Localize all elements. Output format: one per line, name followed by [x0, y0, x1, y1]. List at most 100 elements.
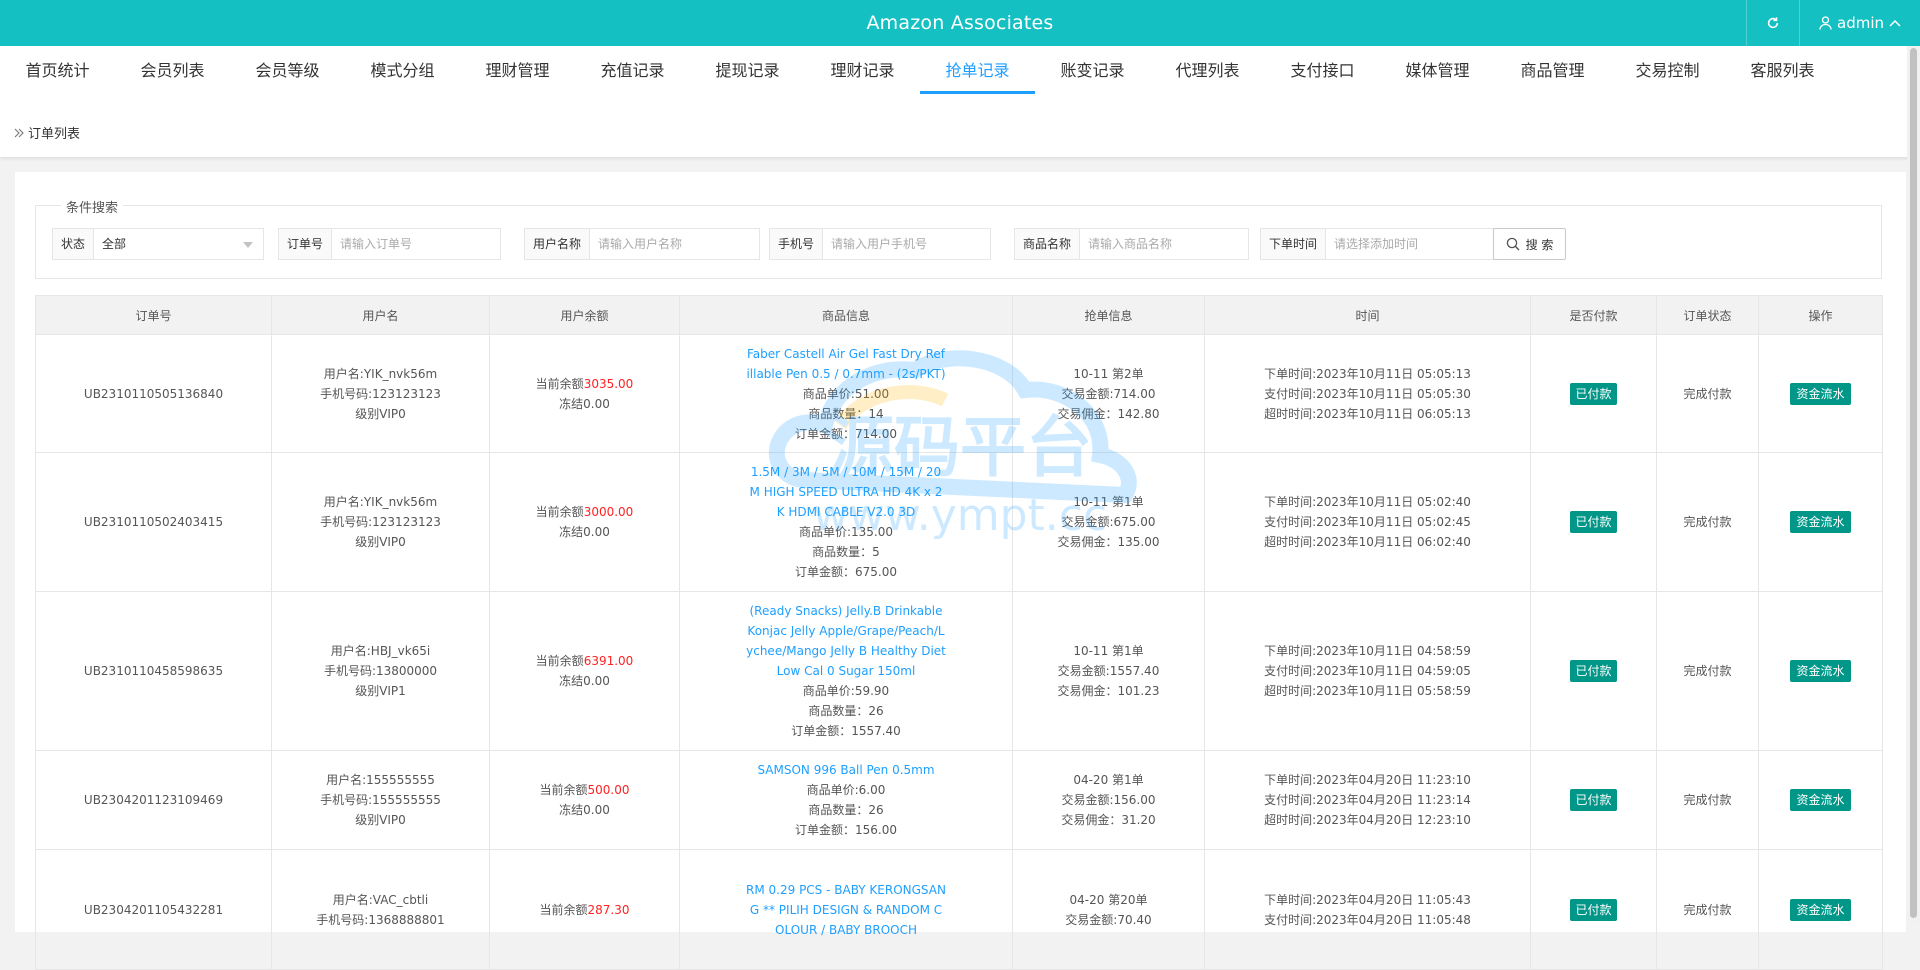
search-form: 条件搜索 状态 全部 订单号 用户名称 手机号 商品名称 下单时间 — [35, 197, 1882, 279]
time-cell: 下单时间:2023年10月11日 05:05:13 支付时间:2023年10月11… — [1204, 334, 1531, 453]
user-cell: 用户名:YIK_nvk56m 手机号码:123123123 级别VIP0 — [271, 452, 490, 592]
phone-input[interactable] — [823, 229, 990, 259]
order-no-cell: UB2304201123109469 — [35, 750, 272, 850]
goods-info-line: 商品数量：26 — [808, 803, 884, 817]
fund-flow-button[interactable]: 资金流水 — [1790, 660, 1851, 682]
balance-prefix: 当前余额 — [535, 505, 584, 519]
fund-flow-button[interactable]: 资金流水 — [1790, 789, 1851, 811]
frozen-amount: 冻结0.00 — [559, 396, 610, 411]
status-filter[interactable]: 状态 全部 — [52, 228, 264, 260]
order-no: UB2310110502403415 — [83, 515, 224, 529]
order-time-input[interactable] — [1326, 229, 1494, 259]
fund-flow-button[interactable]: 资金流水 — [1790, 382, 1851, 405]
grab-info-cell: 10-11 第1单 交易金额:675.00 交易佣金：135.00 — [1012, 452, 1205, 592]
goods-name-link[interactable]: 1.5M / 3M / 5M / 10M / 15M / 20M HIGH SP… — [746, 462, 946, 522]
status-select[interactable]: 全部 — [94, 229, 263, 259]
nav-tab[interactable]: 会员等级 — [230, 46, 345, 95]
balance-line: 当前余额3035.00 — [490, 374, 679, 394]
fund-flow-button[interactable]: 资金流水 — [1790, 511, 1851, 533]
nav-tab[interactable]: 账变记录 — [1035, 46, 1150, 95]
goods-info-line: 商品数量：26 — [808, 704, 884, 718]
user-cell: 用户名:155555555 手机号码:155555555 级别VIP0 — [271, 750, 490, 850]
goods-info-line: 商品单价:135.00 — [798, 525, 894, 539]
search-button[interactable]: 搜 索 — [1493, 228, 1566, 260]
nav-tab[interactable]: 代理列表 — [1150, 46, 1265, 95]
status-cell: 完成付款 — [1656, 750, 1759, 850]
nav-tab[interactable]: 交易控制 — [1610, 46, 1725, 95]
table-body: UB2310110505136840 用户名:YIK_nvk56m 手机号码:123… — [35, 334, 1883, 970]
nav-tab[interactable]: 充值记录 — [575, 46, 690, 95]
grab-info-cell: 04-20 第1单 交易金额:156.00 交易佣金：31.20 — [1012, 750, 1205, 850]
nav-tab[interactable]: 媒体管理 — [1380, 46, 1495, 95]
user-info-line: 级别VIP1 — [355, 684, 406, 698]
goods-name-link[interactable]: (Ready Snacks) Jelly.B Drinkable Konjac … — [746, 601, 946, 681]
action-cell: 资金流水 — [1758, 750, 1883, 850]
goods-name-link[interactable]: Faber Castell Air Gel Fast Dry Refillabl… — [746, 344, 946, 384]
fund-flow-button[interactable]: 资金流水 — [1790, 898, 1851, 921]
goods-info-line: 商品单价:51.00 — [802, 386, 890, 401]
time-line: 下单时间:2023年04月20日 11:23:10 — [1264, 773, 1471, 787]
grab-info-line: 10-11 第1单 — [1073, 644, 1144, 658]
balance-cell: 当前余额3035.00 冻结0.00 — [489, 334, 680, 453]
user-icon — [1819, 16, 1832, 30]
main-card: 条件搜索 状态 全部 订单号 用户名称 手机号 商品名称 下单时间 — [15, 172, 1906, 970]
page-scrollbar[interactable] — [1907, 46, 1920, 923]
order-no-input[interactable] — [332, 229, 500, 259]
refresh-icon — [1767, 17, 1779, 29]
nav-tab[interactable]: 商品管理 — [1495, 46, 1610, 95]
nav-tab[interactable]: 理财管理 — [460, 46, 575, 95]
nav-tab[interactable]: 提现记录 — [690, 46, 805, 95]
status-label: 状态 — [53, 229, 95, 259]
nav-tab[interactable]: 首页统计 — [0, 46, 115, 95]
grab-info-line: 04-20 第20单 — [1069, 892, 1148, 907]
username-input[interactable] — [590, 229, 759, 259]
order-status: 完成付款 — [1683, 902, 1732, 917]
goods-info-line: 订单金额：714.00 — [795, 426, 897, 441]
nav-tab[interactable]: 客服列表 — [1725, 46, 1840, 95]
scrollbar-thumb[interactable] — [1910, 48, 1917, 918]
order-time-label: 下单时间 — [1261, 229, 1327, 259]
action-cell: 资金流水 — [1758, 591, 1883, 751]
user-menu[interactable]: admin — [1799, 0, 1920, 46]
grab-info-line: 04-20 第1单 — [1073, 773, 1144, 787]
user-info-line: 用户名:HBJ_vk65i — [330, 644, 431, 658]
order-time-filter: 下单时间 — [1260, 228, 1495, 260]
nav-tab[interactable]: 抢单记录 — [920, 46, 1035, 94]
grab-info-cell: 10-11 第2单 交易金额:714.00 交易佣金：142.80 — [1012, 334, 1205, 453]
grab-info-line: 交易金额:70.40 — [1065, 912, 1152, 927]
goods-info-line: 订单金额：156.00 — [795, 823, 897, 837]
order-no-label: 订单号 — [279, 229, 333, 259]
balance-prefix: 当前余额 — [539, 783, 588, 797]
grab-info-line: 交易金额:1557.40 — [1057, 664, 1160, 678]
refresh-button[interactable] — [1746, 0, 1799, 46]
table-header-row: 订单号 用户名 用户余额 商品信息 抢单信息 时间 是否付款 订单状态 操作 — [35, 295, 1883, 335]
paid-cell: 已付款 — [1530, 334, 1657, 453]
username-label: 用户名称 — [525, 229, 591, 259]
search-legend: 条件搜索 — [61, 197, 124, 216]
order-no-cell: UB2310110505136840 — [35, 334, 272, 453]
balance-line: 当前余额500.00 — [490, 780, 679, 800]
nav-tab[interactable]: 理财记录 — [805, 46, 920, 95]
app-title: Amazon Associates — [866, 12, 1054, 34]
grab-info-line: 交易金额:156.00 — [1061, 793, 1156, 807]
nav-tab[interactable]: 会员列表 — [115, 46, 230, 95]
goods-name-link[interactable]: RM 0.29 PCS - BABY KERONGSANG ** PILIH D… — [746, 880, 946, 940]
user-cell: 用户名:HBJ_vk65i 手机号码:13800000 级别VIP1 — [271, 591, 490, 751]
status-cell: 完成付款 — [1656, 591, 1759, 751]
user-info-line: 手机号码:13800000 — [323, 664, 438, 678]
breadcrumb-bar: 订单列表 — [0, 95, 1920, 157]
time-line: 超时时间:2023年10月11日 06:05:13 — [1264, 406, 1471, 421]
paid-badge: 已付款 — [1570, 660, 1617, 682]
balance-line: 当前余额287.30 — [490, 900, 679, 920]
username-filter: 用户名称 — [524, 228, 760, 260]
status-cell: 完成付款 — [1656, 849, 1759, 970]
grab-info-line: 交易佣金：31.20 — [1061, 813, 1156, 827]
paid-cell: 已付款 — [1530, 750, 1657, 850]
nav-tab[interactable]: 模式分组 — [345, 46, 460, 95]
nav-tab[interactable]: 支付接口 — [1265, 46, 1380, 95]
paid-cell: 已付款 — [1530, 849, 1657, 970]
goods-name-link[interactable]: SAMSON 996 Ball Pen 0.5mm — [746, 760, 946, 780]
orders-table: 订单号 用户名 用户余额 商品信息 抢单信息 时间 是否付款 订单状态 操作 UB2310110… — [35, 295, 1883, 970]
goods-name-input[interactable] — [1080, 229, 1248, 259]
user-info-line: 用户名:VAC_cbtli — [332, 892, 429, 907]
